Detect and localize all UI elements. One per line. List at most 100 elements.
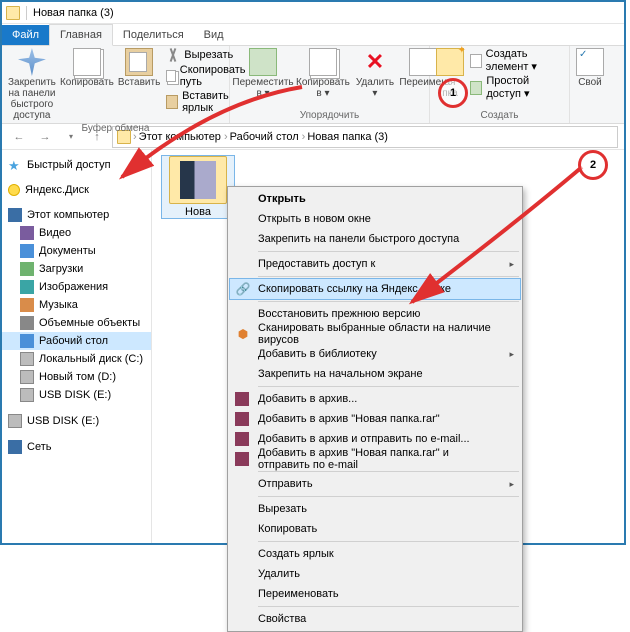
context-menu-item[interactable]: Открыть в новом окне bbox=[230, 209, 520, 229]
easyaccess-label: Простой доступ ▾ bbox=[486, 75, 563, 100]
sidebar-item-documents[interactable]: Документы bbox=[2, 242, 151, 260]
context-menu-item[interactable]: Добавить в архив... bbox=[230, 389, 520, 409]
create-group-label: Создать bbox=[436, 108, 563, 123]
label: Этот компьютер bbox=[27, 209, 109, 221]
paste-label: Вставить bbox=[118, 77, 160, 88]
context-menu-label: Добавить в архив "Новая папка.rar" bbox=[258, 413, 440, 425]
crumb-label: Новая папка (3) bbox=[307, 131, 388, 143]
context-menu-item[interactable]: Предоставить доступ к bbox=[230, 254, 520, 274]
paste-icon bbox=[125, 48, 153, 76]
newitem-button[interactable]: Создать элемент ▾ bbox=[470, 48, 563, 73]
breadcrumb[interactable]: Рабочий стол› bbox=[230, 131, 306, 143]
sidebar-quickaccess[interactable]: ★Быстрый доступ bbox=[2, 156, 151, 174]
sidebar-item-video[interactable]: Видео bbox=[2, 224, 151, 242]
sidebar-thispc[interactable]: Этот компьютер bbox=[2, 206, 151, 224]
newfolder-icon bbox=[436, 48, 464, 76]
context-menu-item[interactable]: Свойства bbox=[230, 609, 520, 629]
sidebar-item-drive-c[interactable]: Локальный диск (C:) bbox=[2, 350, 151, 368]
context-menu-label: Закрепить на начальном экране bbox=[258, 368, 423, 380]
context-menu-label: Открыть в новом окне bbox=[258, 213, 371, 225]
sidebar-yadisk[interactable]: Яндекс.Диск bbox=[2, 182, 151, 198]
context-menu-item[interactable]: Переименовать bbox=[230, 584, 520, 604]
context-menu-item[interactable]: Добавить в библиотеку bbox=[230, 344, 520, 364]
downloads-icon bbox=[20, 262, 34, 276]
context-menu-label: Добавить в архив "Новая папка.rar" и отп… bbox=[258, 447, 502, 471]
breadcrumb[interactable]: Новая папка (3) bbox=[307, 131, 388, 143]
context-menu-item[interactable]: Добавить в архив и отправить по e-mail..… bbox=[230, 429, 520, 449]
music-icon bbox=[20, 298, 34, 312]
pc-icon bbox=[8, 208, 22, 222]
properties-button[interactable]: Свой bbox=[576, 48, 604, 88]
properties-icon bbox=[576, 48, 604, 76]
easyaccess-button[interactable]: Простой доступ ▾ bbox=[470, 75, 563, 100]
tab-share[interactable]: Поделиться bbox=[113, 25, 194, 45]
moveto-icon bbox=[249, 48, 277, 76]
context-menu-label: Сканировать выбранные области на наличие… bbox=[258, 322, 502, 346]
context-menu-item[interactable]: Добавить в архив "Новая папка.rar" и отп… bbox=[230, 449, 520, 469]
folder-item[interactable]: Нова bbox=[162, 156, 234, 218]
context-menu-item[interactable]: Создать ярлык bbox=[230, 544, 520, 564]
sidebar-item-3d[interactable]: Объемные объекты bbox=[2, 314, 151, 332]
3d-icon bbox=[20, 316, 34, 330]
tab-file[interactable]: Файл bbox=[2, 25, 49, 45]
copy-button[interactable]: Копировать bbox=[62, 48, 112, 88]
rar-icon bbox=[235, 412, 249, 426]
label: Яндекс.Диск bbox=[25, 184, 89, 196]
context-menu-label: Создать ярлык bbox=[258, 548, 334, 560]
delete-label: Удалить ▾ bbox=[356, 77, 394, 99]
sidebar-item-downloads[interactable]: Загрузки bbox=[2, 260, 151, 278]
tab-view[interactable]: Вид bbox=[194, 25, 234, 45]
sidebar-item-usb-e[interactable]: USB DISK (E:) bbox=[2, 386, 151, 404]
sidebar-network[interactable]: Сеть bbox=[2, 438, 151, 456]
delete-button[interactable]: ✕Удалить ▾ bbox=[356, 48, 394, 99]
sidebar: ★Быстрый доступ Яндекс.Диск Этот компьют… bbox=[2, 150, 152, 543]
context-menu-item[interactable]: 🔗 Скопировать ссылку на Яндекс.Диске bbox=[230, 279, 520, 299]
titlebar: Новая папка (3) bbox=[2, 2, 624, 24]
context-menu-item[interactable]: Вырезать bbox=[230, 499, 520, 519]
copypath-icon bbox=[166, 70, 176, 82]
organize-group-label: Упорядочить bbox=[236, 108, 423, 123]
context-menu-label: Добавить в архив... bbox=[258, 393, 357, 405]
context-menu-label: Скопировать ссылку на Яндекс.Диске bbox=[258, 283, 451, 295]
context-menu-label: Отправить bbox=[258, 478, 313, 490]
context-menu-item[interactable]: Отправить bbox=[230, 474, 520, 494]
usb-icon bbox=[20, 388, 34, 402]
context-menu-item[interactable]: Закрепить на панели быстрого доступа bbox=[230, 229, 520, 249]
context-menu-item[interactable]: Копировать bbox=[230, 519, 520, 539]
pastelink-icon bbox=[166, 95, 178, 109]
sidebar-item-desktop[interactable]: Рабочий стол bbox=[2, 332, 151, 350]
context-menu-item[interactable]: Удалить bbox=[230, 564, 520, 584]
folder-thumb-icon bbox=[169, 156, 227, 204]
copy-icon bbox=[73, 48, 101, 76]
pin-icon bbox=[18, 48, 46, 76]
context-menu-item[interactable]: Закрепить на начальном экране bbox=[230, 364, 520, 384]
context-menu-item[interactable]: Восстановить прежнюю версию bbox=[230, 304, 520, 324]
context-menu-item[interactable]: ⬢Сканировать выбранные области на наличи… bbox=[230, 324, 520, 344]
cut-icon bbox=[166, 48, 180, 62]
label: USB DISK (E:) bbox=[27, 415, 99, 427]
pin-quickaccess-button[interactable]: Закрепить на панели быстрого доступа bbox=[8, 48, 56, 121]
newitem-label: Создать элемент ▾ bbox=[486, 48, 563, 73]
context-menu-item[interactable]: Добавить в архив "Новая папка.rar" bbox=[230, 409, 520, 429]
label: Изображения bbox=[39, 281, 108, 293]
label: Документы bbox=[39, 245, 96, 257]
context-menu-label: Копировать bbox=[258, 523, 317, 535]
newfolder-button[interactable]: ая пка bbox=[436, 48, 464, 99]
rar-icon bbox=[235, 452, 249, 466]
sidebar-item-drive-d[interactable]: Новый том (D:) bbox=[2, 368, 151, 386]
context-menu-label: Переименовать bbox=[258, 588, 339, 600]
sidebar-item-images[interactable]: Изображения bbox=[2, 278, 151, 296]
copyto-button[interactable]: Копировать в ▾ bbox=[296, 48, 350, 99]
paste-button[interactable]: Вставить bbox=[118, 48, 160, 88]
moveto-button[interactable]: Переместить в ▾ bbox=[236, 48, 290, 99]
link-icon: 🔗 bbox=[235, 281, 251, 297]
tab-home[interactable]: Главная bbox=[49, 24, 113, 46]
label: Новый том (D:) bbox=[39, 371, 116, 383]
easyaccess-icon bbox=[470, 81, 482, 95]
clipboard-group-label: Буфер обмена bbox=[8, 121, 223, 136]
sidebar-item-usb-e2[interactable]: USB DISK (E:) bbox=[2, 412, 151, 430]
context-menu-item[interactable]: Открыть bbox=[230, 189, 520, 209]
ribbon-tabs: Файл Главная Поделиться Вид bbox=[2, 24, 624, 46]
context-separator bbox=[258, 541, 519, 542]
sidebar-item-music[interactable]: Музыка bbox=[2, 296, 151, 314]
